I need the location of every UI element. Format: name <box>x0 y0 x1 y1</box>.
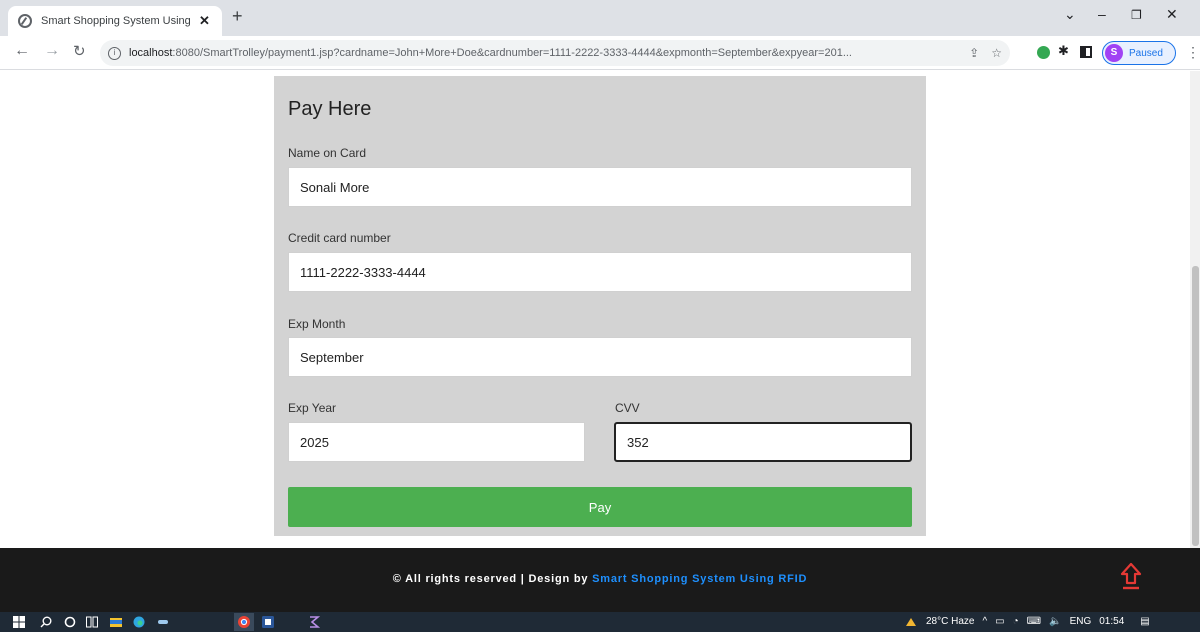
side-panel-icon[interactable] <box>1080 46 1092 58</box>
new-tab-icon[interactable]: + <box>232 6 243 27</box>
weather-haze-icon[interactable] <box>904 615 918 627</box>
url-text: localhost:8080/SmartTrolley/payment1.jsp… <box>129 47 949 59</box>
pay-button[interactable]: Pay <box>288 487 912 527</box>
search-icon[interactable] <box>40 616 52 628</box>
globe-icon <box>18 14 32 28</box>
windows-icon[interactable] <box>13 616 25 628</box>
chevron-up-icon[interactable]: ^ <box>982 616 987 627</box>
profile-button[interactable]: S Paused <box>1102 41 1176 65</box>
language-indicator[interactable]: ENG <box>1070 616 1092 627</box>
cvv-input[interactable]: 352 <box>614 422 912 462</box>
card-number-input[interactable]: 1111-2222-3333-4444 <box>288 252 912 292</box>
footer-copyright: © All rights reserved | Design by Smart … <box>0 573 1200 585</box>
cortana-icon[interactable] <box>64 616 76 628</box>
touch-keyboard-icon[interactable]: ⌨ <box>1027 616 1041 627</box>
weather-text[interactable]: 28°C Haze <box>926 616 974 627</box>
notification-icon[interactable]: ▤ <box>1140 616 1149 627</box>
exp-year-label: Exp Year <box>288 401 337 415</box>
tab-title: Smart Shopping System Using RFI <box>41 15 193 27</box>
edge-icon[interactable] <box>133 616 145 628</box>
extensions-puzzle-icon[interactable]: ✱ <box>1058 43 1071 58</box>
close-tab-icon[interactable]: ✕ <box>199 13 210 29</box>
footer-copyright-text: © All rights reserved | Design by <box>392 573 593 585</box>
omnibox-actions: ⇪ ☆ <box>969 46 1002 60</box>
word-icon[interactable] <box>262 616 274 628</box>
forward-icon[interactable]: → <box>44 42 60 60</box>
name-on-card-input[interactable]: Sonali More <box>288 167 912 207</box>
reload-icon[interactable]: ↻ <box>73 42 86 60</box>
clock[interactable]: 01:54 <box>1099 616 1124 627</box>
info-icon[interactable]: i <box>108 46 121 60</box>
scrollbar-thumb[interactable] <box>1192 266 1199 546</box>
restore-icon[interactable]: ❐ <box>1131 8 1142 22</box>
minimize-icon[interactable]: – <box>1098 6 1106 22</box>
volume-icon[interactable]: 🔈 <box>1049 616 1061 627</box>
page-viewport: Pay Here Name on Card Sonali More Credit… <box>0 71 1200 612</box>
browser-tab-bar: Smart Shopping System Using RFI ✕ + ⌄ – … <box>0 0 1200 36</box>
network-icon[interactable]: ◔ <box>1013 616 1019 627</box>
arrow-up-icon[interactable] <box>1119 562 1143 592</box>
payment-form: Pay Here Name on Card Sonali More Credit… <box>274 76 926 536</box>
battery-icon[interactable]: ▭ <box>995 616 1004 627</box>
profile-status: Paused <box>1129 47 1163 59</box>
address-bar[interactable]: i localhost:8080/SmartTrolley/payment1.j… <box>100 40 1010 66</box>
file-explorer-icon[interactable] <box>110 616 122 628</box>
url-path: :8080/SmartTrolley/payment1.jsp?cardname… <box>172 47 852 59</box>
footer: © All rights reserved | Design by Smart … <box>0 548 1200 612</box>
share-icon[interactable]: ⇪ <box>969 46 979 60</box>
exp-year-input[interactable]: 2025 <box>288 422 585 462</box>
taskbar: 28°C Haze ^ ▭ ◔ ⌨ 🔈 ENG 01:54 ▤ <box>0 612 1200 632</box>
exp-month-label: Exp Month <box>288 317 346 331</box>
name-on-card-label: Name on Card <box>288 146 367 160</box>
card-number-label: Credit card number <box>288 231 391 245</box>
system-tray: 28°C Haze ^ ▭ ◔ ⌨ 🔈 ENG 01:54 ▤ <box>904 615 1150 627</box>
task-view-icon[interactable] <box>86 616 98 628</box>
bookmark-star-icon[interactable]: ☆ <box>991 46 1002 60</box>
chrome-icon[interactable] <box>234 613 254 631</box>
browser-tab[interactable]: Smart Shopping System Using RFI ✕ <box>8 6 222 36</box>
avatar: S <box>1105 44 1123 62</box>
window-close-icon[interactable]: ✕ <box>1166 6 1178 23</box>
url-host: localhost <box>129 47 173 59</box>
browser-toolbar: ← → ↻ i localhost:8080/SmartTrolley/paym… <box>0 36 1200 70</box>
app-icon[interactable] <box>308 616 320 628</box>
footer-link[interactable]: Smart Shopping System Using RFID <box>592 573 807 585</box>
extension-green-icon[interactable] <box>1037 46 1050 59</box>
tab-search-icon[interactable]: ⌄ <box>1064 6 1076 23</box>
browser-menu-icon[interactable]: ⋮ <box>1186 44 1200 61</box>
cvv-label: CVV <box>615 401 640 415</box>
exp-month-input[interactable]: September <box>288 337 912 377</box>
back-icon[interactable]: ← <box>14 42 30 60</box>
store-icon[interactable] <box>157 616 169 628</box>
page-title: Pay Here <box>288 98 372 120</box>
